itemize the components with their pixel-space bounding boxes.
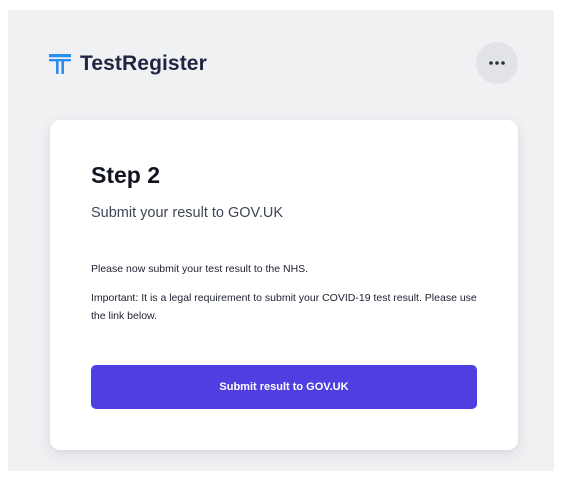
instruction-text: Please now submit your test result to th… — [91, 263, 309, 275]
legal-notice-text: Important: It is a legal requirement to … — [91, 292, 477, 322]
step-title: Step 2 — [91, 162, 161, 188]
submit-result-button[interactable]: Submit result to GOV.UK — [91, 365, 477, 409]
testregister-logo-icon — [48, 52, 72, 76]
more-horizontal-icon — [488, 60, 506, 66]
step-card: Step 2 Submit your result to GOV.UK Plea… — [50, 120, 518, 450]
more-options-button[interactable] — [476, 42, 518, 84]
app-header: TestRegister — [48, 44, 207, 84]
brand-name: TestRegister — [80, 52, 207, 75]
step-subtitle: Submit your result to GOV.UK — [91, 205, 284, 221]
